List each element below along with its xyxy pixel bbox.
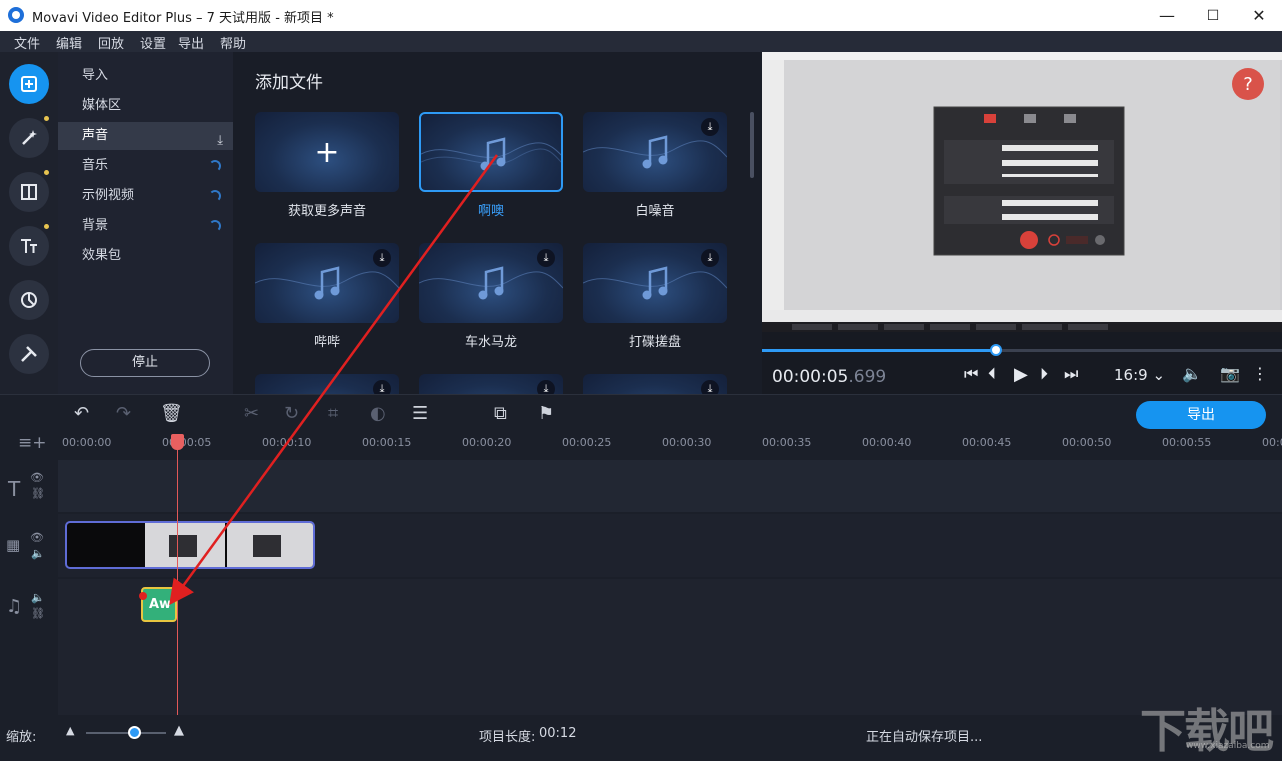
zoom-in-icon[interactable]: ▲ xyxy=(174,723,184,738)
watermark-url: www.xiazaiba.com xyxy=(1186,741,1270,751)
zoom-label: 缩放: xyxy=(6,730,37,745)
project-length-value: 00:12 xyxy=(539,726,577,741)
watermark-logo: 下载吧 xyxy=(1140,704,1274,758)
zoom-out-icon[interactable]: ▲ xyxy=(66,724,74,737)
zoom-slider-handle[interactable] xyxy=(128,726,141,739)
status-bar: 缩放: ▲ ▲ 项目长度: 00:12 正在自动保存项目... xyxy=(0,715,1282,752)
autosave-status: 正在自动保存项目... xyxy=(866,730,983,745)
project-length-label: 项目长度: xyxy=(479,730,536,745)
annotation-arrow xyxy=(139,154,499,606)
zoom-slider[interactable] xyxy=(86,732,166,734)
